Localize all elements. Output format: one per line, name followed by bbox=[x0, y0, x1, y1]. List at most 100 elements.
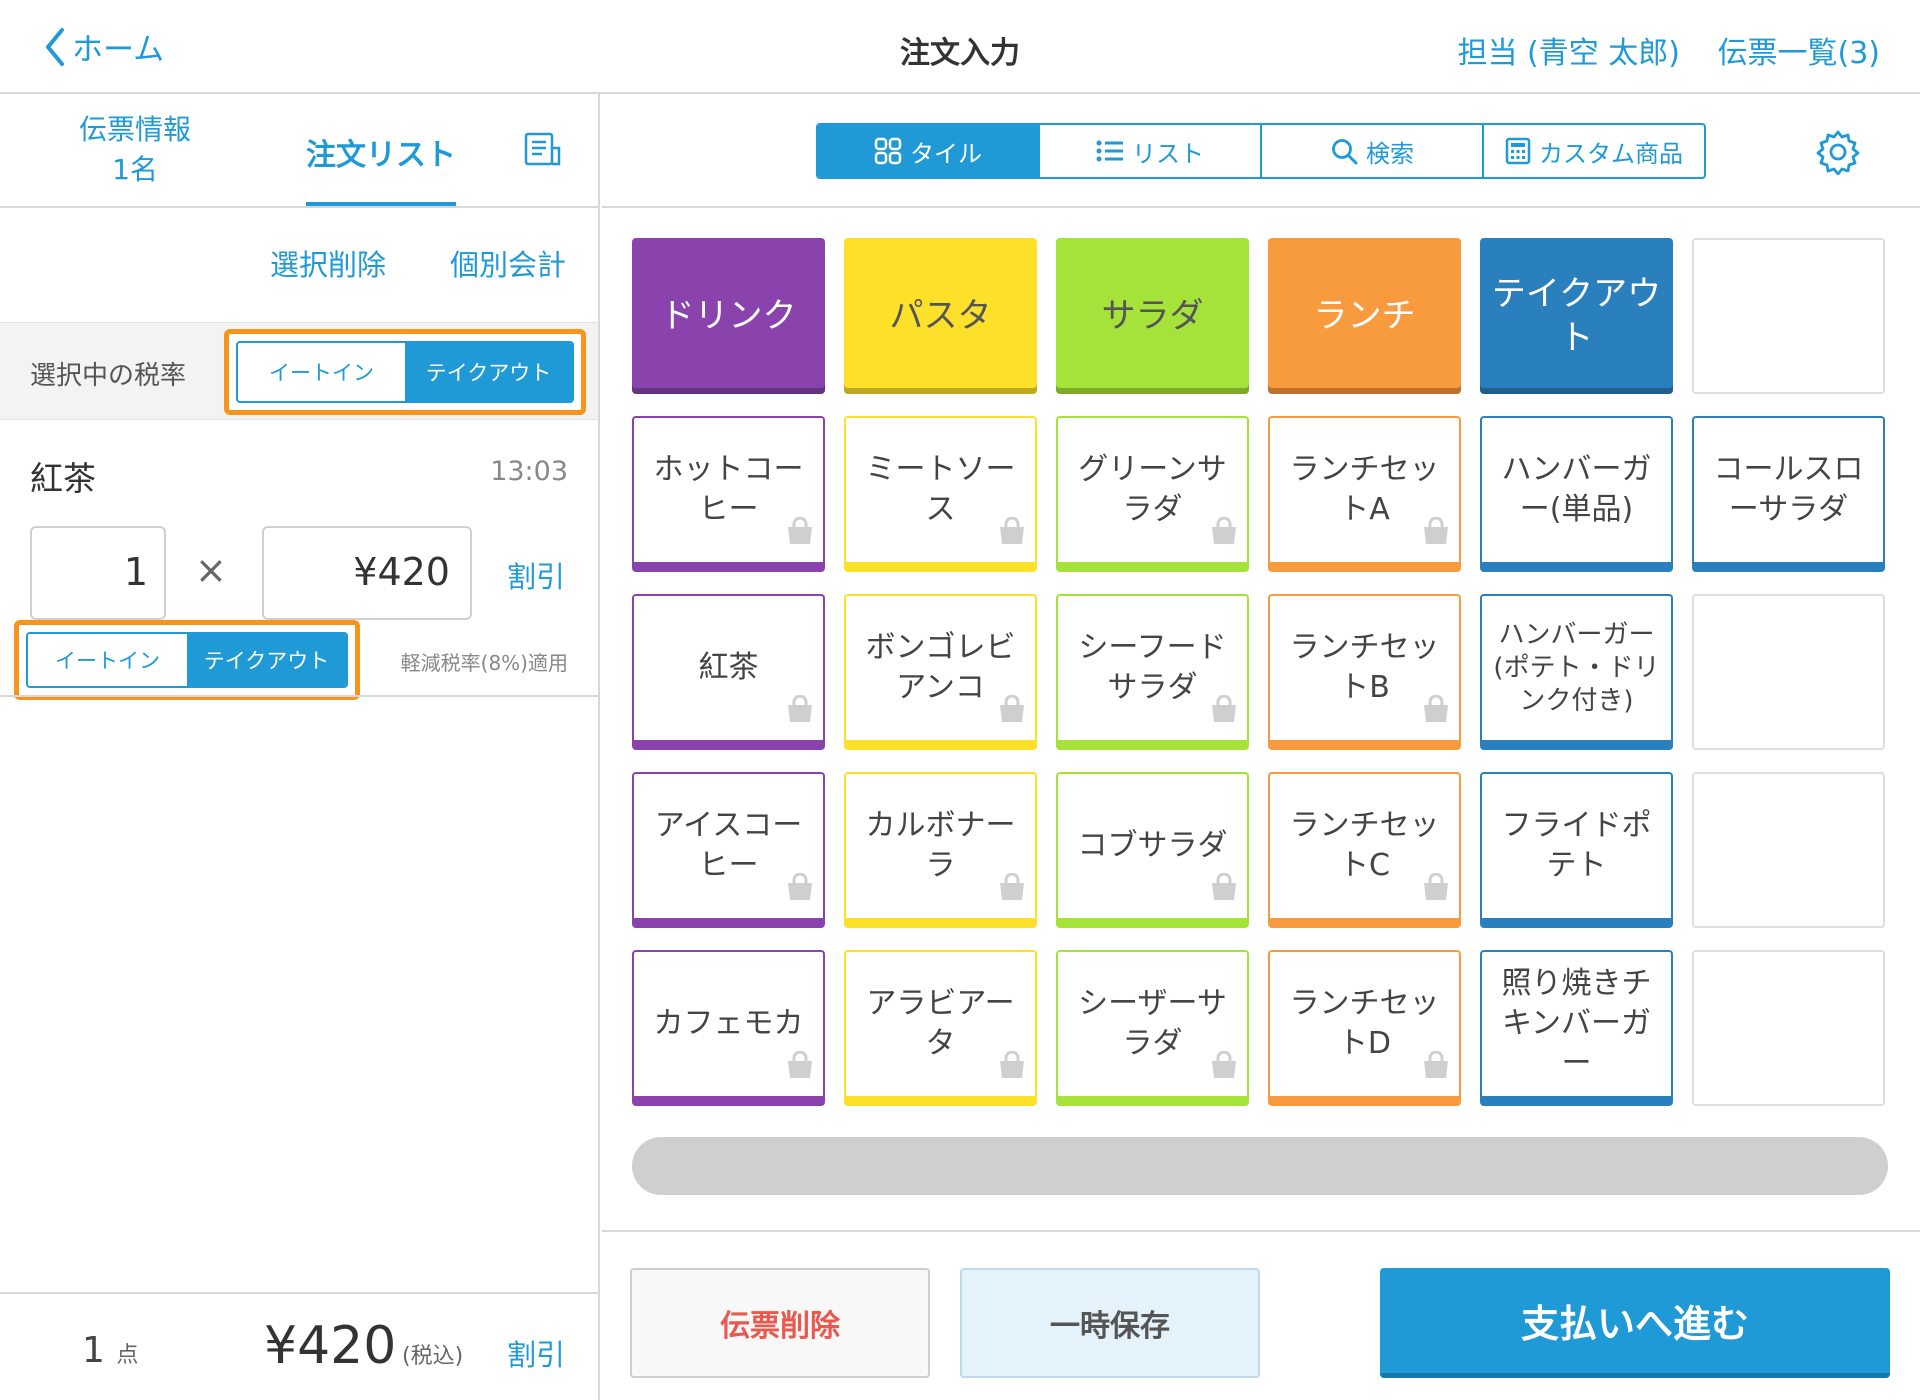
takeout-bag-icon bbox=[1209, 516, 1239, 556]
order-panel: 伝票情報 1名 注文リスト 選択削除 個別会計 選択中の税率 イートイン テイク… bbox=[0, 94, 600, 1400]
category-tile[interactable]: パスタ bbox=[844, 238, 1037, 394]
eat-in-option[interactable]: イートイン bbox=[238, 343, 405, 401]
product-tile[interactable]: ボンゴレビアンコ bbox=[844, 594, 1037, 750]
category-tile[interactable]: ドリンク bbox=[632, 238, 825, 394]
tab-ticket-info[interactable]: 伝票情報 1名 bbox=[60, 110, 210, 190]
product-tile[interactable]: ランチセットD bbox=[1268, 950, 1461, 1106]
divider bbox=[0, 695, 598, 697]
view-toolbar: タイル リスト 検索 カスタム商品 bbox=[602, 94, 1920, 208]
total-discount-button[interactable]: 割引 bbox=[507, 1332, 565, 1374]
item-tax-toggle: イートイン テイクアウト bbox=[26, 632, 348, 688]
selected-tax-rate-label: 選択中の税率 bbox=[30, 361, 187, 391]
reduced-tax-note: 軽減税率(8%)適用 bbox=[400, 651, 568, 675]
product-tile-label: ハンバーガー(ポテト・ドリンク付き) bbox=[1493, 619, 1660, 716]
takeout-bag-icon bbox=[1421, 1050, 1451, 1090]
category-tile[interactable]: ランチ bbox=[1268, 238, 1461, 394]
receipt-icon[interactable] bbox=[524, 132, 562, 172]
back-label: ホーム bbox=[72, 32, 165, 68]
takeout-bag-icon bbox=[1209, 1050, 1239, 1090]
item-count-value: 1 bbox=[82, 1330, 105, 1371]
product-panel: タイル リスト 検索 カスタム商品 ドリンク パスタ サラダ ランチ テイクアウ… bbox=[602, 94, 1920, 1400]
hold-button[interactable]: 一時保存 bbox=[960, 1268, 1260, 1378]
takeout-bag-icon bbox=[1421, 872, 1451, 912]
tab-order-list[interactable]: 注文リスト bbox=[306, 130, 456, 174]
category-scrollbar[interactable] bbox=[632, 1137, 1888, 1195]
action-bar: 伝票削除 一時保存 支払いへ進む bbox=[602, 1230, 1920, 1400]
view-list-tab[interactable]: リスト bbox=[1040, 125, 1262, 177]
view-search-label: 検索 bbox=[1366, 139, 1414, 168]
product-tile[interactable]: コールスローサラダ bbox=[1692, 416, 1885, 572]
split-payment-button[interactable]: 個別会計 bbox=[450, 242, 566, 284]
product-tile[interactable]: ハンバーガー(ポテト・ドリンク付き) bbox=[1480, 594, 1673, 750]
product-tile[interactable]: ホットコーヒー bbox=[632, 416, 825, 572]
quantity-field[interactable]: 1 bbox=[30, 526, 166, 620]
product-tile[interactable]: ランチセットC bbox=[1268, 772, 1461, 928]
price-field[interactable]: ¥420 bbox=[262, 526, 472, 620]
chevron-left-icon bbox=[46, 27, 64, 66]
empty-tile bbox=[1692, 594, 1885, 750]
ticket-list-button[interactable]: 伝票一覧(3) bbox=[1718, 28, 1881, 72]
list-icon bbox=[1096, 140, 1123, 162]
takeout-bag-icon bbox=[997, 1050, 1027, 1090]
order-panel-tabs: 伝票情報 1名 注文リスト bbox=[0, 94, 598, 208]
tab-ticket-info-label: 伝票情報 bbox=[78, 113, 191, 146]
item-takeout-option[interactable]: テイクアウト bbox=[187, 634, 346, 686]
product-tile[interactable]: グリーンサラダ bbox=[1056, 416, 1249, 572]
back-button[interactable]: ホーム bbox=[44, 24, 164, 69]
empty-tile bbox=[1692, 772, 1885, 928]
takeout-bag-icon bbox=[1209, 872, 1239, 912]
product-tile[interactable]: 照り焼きチキンバーガー bbox=[1480, 950, 1673, 1106]
gear-icon bbox=[1816, 130, 1860, 176]
product-tile[interactable]: シーフードサラダ bbox=[1056, 594, 1249, 750]
settings-button[interactable] bbox=[1815, 129, 1861, 179]
view-tile-tab[interactable]: タイル bbox=[818, 125, 1040, 177]
product-tile[interactable]: ランチセットB bbox=[1268, 594, 1461, 750]
highlight-box: イートイン テイクアウト bbox=[14, 620, 360, 700]
product-tile-label: ハンバーガー(単品) bbox=[1501, 452, 1652, 527]
empty-tile bbox=[1692, 950, 1885, 1106]
product-tile[interactable]: ランチセットA bbox=[1268, 416, 1461, 572]
view-mode-toggle: タイル リスト 検索 カスタム商品 bbox=[816, 123, 1706, 179]
item-eat-in-option[interactable]: イートイン bbox=[28, 634, 187, 686]
category-tile[interactable]: テイクアウト bbox=[1480, 238, 1673, 394]
empty-tile bbox=[1692, 238, 1885, 394]
staff-button[interactable]: 担当 (青空 太郎) bbox=[1458, 28, 1680, 72]
category-tile[interactable]: サラダ bbox=[1056, 238, 1249, 394]
takeout-bag-icon bbox=[785, 694, 815, 734]
multiply-sign: × bbox=[195, 548, 227, 592]
product-tile[interactable]: フライドポテト bbox=[1480, 772, 1673, 928]
product-tile[interactable]: アイスコーヒー bbox=[632, 772, 825, 928]
tab-ticket-info-guests: 1名 bbox=[112, 153, 158, 186]
order-item-name[interactable]: 紅茶 bbox=[30, 452, 96, 500]
selected-tax-rate-row: 選択中の税率 イートイン テイクアウト bbox=[0, 322, 598, 420]
delete-ticket-button[interactable]: 伝票削除 bbox=[630, 1268, 930, 1378]
view-search-tab[interactable]: 検索 bbox=[1262, 125, 1484, 177]
product-tile[interactable]: ミートソース bbox=[844, 416, 1037, 572]
product-tile[interactable]: アラビアータ bbox=[844, 950, 1037, 1106]
delete-selected-button[interactable]: 選択削除 bbox=[270, 242, 386, 284]
item-discount-button[interactable]: 割引 bbox=[507, 554, 565, 596]
proceed-payment-button[interactable]: 支払いへ進む bbox=[1380, 1268, 1890, 1378]
view-custom-product-label: カスタム商品 bbox=[1539, 139, 1683, 168]
tax-rate-toggle: イートイン テイクアウト bbox=[236, 341, 574, 403]
product-tile[interactable]: シーザーサラダ bbox=[1056, 950, 1249, 1106]
highlight-box: イートイン テイクアウト bbox=[224, 329, 586, 415]
view-list-label: リスト bbox=[1132, 139, 1204, 168]
product-tile[interactable]: カフェモカ bbox=[632, 950, 825, 1106]
tax-included-note: (税込) bbox=[402, 1344, 464, 1369]
takeout-option[interactable]: テイクアウト bbox=[405, 343, 572, 401]
product-tile[interactable]: ハンバーガー(単品) bbox=[1480, 416, 1673, 572]
view-tile-label: タイル bbox=[910, 139, 982, 168]
product-tile[interactable]: 紅茶 bbox=[632, 594, 825, 750]
order-item-time: 13:03 bbox=[490, 456, 568, 487]
active-tab-indicator bbox=[306, 202, 456, 206]
order-total-bar: 1 点 ¥420 (税込) 割引 bbox=[0, 1292, 598, 1400]
item-count: 1 点 bbox=[82, 1330, 138, 1371]
product-tile[interactable]: コブサラダ bbox=[1056, 772, 1249, 928]
view-custom-product-tab[interactable]: カスタム商品 bbox=[1484, 125, 1704, 177]
takeout-bag-icon bbox=[997, 694, 1027, 734]
product-tile-label: コブサラダ bbox=[1077, 828, 1228, 863]
total-price: ¥420 bbox=[264, 1316, 397, 1376]
header: ホーム 注文入力 担当 (青空 太郎) 伝票一覧(3) bbox=[0, 0, 1920, 94]
product-tile[interactable]: カルボナーラ bbox=[844, 772, 1037, 928]
